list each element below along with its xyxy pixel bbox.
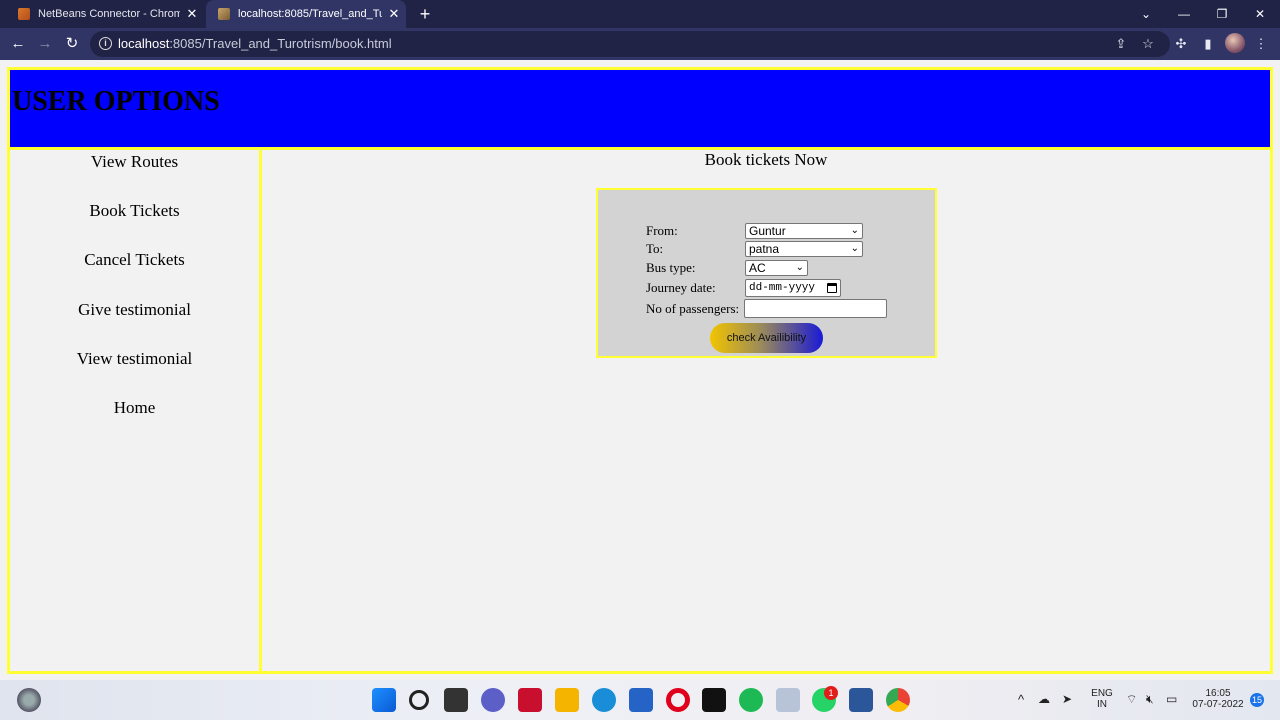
- volume-muted-icon[interactable]: 🔇︎: [1146, 692, 1154, 707]
- to-label: To:: [646, 241, 664, 256]
- browser-tab-strip: NetBeans Connector - Chrome W ✕ localhos…: [0, 0, 1280, 28]
- location-icon[interactable]: ➤: [1062, 692, 1072, 706]
- clock-time: 16:05: [1205, 688, 1231, 699]
- clock[interactable]: 16:05 07-07-2022: [1188, 688, 1248, 710]
- tab-search-chevron-icon[interactable]: ⌄: [1127, 0, 1165, 28]
- sidebar-item-view-routes[interactable]: View Routes: [10, 152, 259, 172]
- journey-date-placeholder: dd-mm-yyyy: [749, 282, 816, 294]
- file-explorer-icon[interactable]: [555, 688, 579, 712]
- clock-date: 07-07-2022: [1192, 699, 1244, 710]
- journey-date-input[interactable]: dd-mm-yyyy: [745, 279, 841, 297]
- language-line1: ENG: [1091, 688, 1113, 699]
- show-hidden-icons-chevron-icon[interactable]: ^: [1018, 692, 1024, 707]
- reload-button[interactable]: ↻: [60, 32, 84, 56]
- chevron-down-icon: ⌄: [795, 262, 804, 273]
- minimize-button[interactable]: —: [1165, 0, 1203, 28]
- journey-date-label: Journey date:: [646, 280, 716, 295]
- to-select[interactable]: patna ⌄: [745, 241, 863, 257]
- side-panel-icon[interactable]: ▮: [1197, 33, 1219, 55]
- back-button[interactable]: ←: [6, 32, 30, 56]
- forward-button[interactable]: →: [33, 32, 57, 56]
- mcafee-icon[interactable]: [518, 688, 542, 712]
- sidebar-item-cancel-tickets[interactable]: Cancel Tickets: [10, 250, 259, 270]
- spotify-icon[interactable]: [739, 688, 763, 712]
- bus-type-label: Bus type:: [646, 260, 696, 275]
- tab-localhost-book[interactable]: localhost:8085/Travel_and_Turotri ✕: [206, 0, 406, 28]
- tab-title: NetBeans Connector - Chrome W: [38, 8, 180, 20]
- site-favicon-icon: [218, 8, 230, 20]
- chevron-down-icon: ⌄: [850, 225, 859, 236]
- task-view-icon[interactable]: [444, 688, 468, 712]
- whatsapp-badge: 1: [824, 686, 838, 700]
- extensions-puzzle-icon[interactable]: ✣: [1170, 33, 1192, 55]
- teams-chat-icon[interactable]: [481, 688, 505, 712]
- opera-icon[interactable]: [666, 688, 690, 712]
- windows-taskbar: 1 ^ ☁ ➤ ENG IN ⌔ 🔇︎ ▭ 16:05 07-07-2022 1…: [0, 680, 1280, 720]
- calendar-icon[interactable]: [827, 283, 837, 293]
- new-tab-button[interactable]: +: [414, 3, 436, 25]
- browser-toolbar: ← → ↻ i localhost:8085/Travel_and_Turotr…: [0, 28, 1280, 60]
- netbeans-favicon-icon: [18, 8, 30, 20]
- url-text: localhost:8085/Travel_and_Turotrism/book…: [118, 36, 392, 51]
- language-indicator[interactable]: ENG IN: [1090, 688, 1114, 710]
- sidebar-item-book-tickets[interactable]: Book Tickets: [10, 201, 259, 221]
- chevron-down-icon: ⌄: [850, 243, 859, 254]
- battery-icon[interactable]: ▭: [1166, 692, 1177, 706]
- sidebar: View Routes Book Tickets Cancel Tickets …: [7, 148, 262, 674]
- restore-button[interactable]: ❐: [1203, 0, 1241, 28]
- check-availability-button[interactable]: check Availibility: [710, 323, 823, 353]
- share-icon[interactable]: ⇪: [1110, 33, 1132, 55]
- windows-start-icon[interactable]: [372, 688, 396, 712]
- web-page: USER OPTIONS View Routes Book Tickets Ca…: [0, 60, 1280, 680]
- from-select[interactable]: Guntur ⌄: [745, 223, 863, 239]
- passengers-label: No of passengers:: [646, 301, 740, 316]
- sidebar-item-home[interactable]: Home: [10, 398, 259, 418]
- from-select-value: Guntur: [749, 224, 786, 238]
- chrome-icon[interactable]: [886, 688, 910, 712]
- close-tab-icon[interactable]: ✕: [382, 6, 406, 22]
- terminal-icon[interactable]: [702, 688, 726, 712]
- sidebar-item-give-testimonial[interactable]: Give testimonial: [10, 300, 259, 320]
- sidebar-item-view-testimonial[interactable]: View testimonial: [10, 349, 259, 369]
- chrome-menu-icon[interactable]: ⋮: [1250, 33, 1272, 55]
- profile-avatar[interactable]: [1225, 33, 1245, 53]
- page-title: USER OPTIONS: [12, 86, 220, 117]
- passengers-input[interactable]: [744, 299, 887, 318]
- bus-type-select[interactable]: AC ⌄: [745, 260, 808, 276]
- widgets-icon[interactable]: [17, 688, 41, 712]
- from-label: From:: [646, 223, 678, 238]
- search-icon[interactable]: [409, 690, 429, 710]
- onedrive-icon[interactable]: ☁: [1038, 692, 1050, 706]
- bookmark-star-icon[interactable]: ☆: [1137, 33, 1159, 55]
- tab-netbeans-connector[interactable]: NetBeans Connector - Chrome W ✕: [6, 0, 204, 28]
- to-select-value: patna: [749, 242, 780, 256]
- store-icon[interactable]: [629, 688, 653, 712]
- page-header: USER OPTIONS: [7, 67, 1273, 150]
- virtualbox-icon[interactable]: [776, 688, 800, 712]
- language-line2: IN: [1097, 699, 1107, 710]
- tab-title: localhost:8085/Travel_and_Turotri: [238, 8, 382, 20]
- word-icon[interactable]: [849, 688, 873, 712]
- address-bar[interactable]: i localhost:8085/Travel_and_Turotrism/bo…: [90, 31, 1170, 57]
- site-info-icon[interactable]: i: [99, 37, 112, 50]
- close-window-button[interactable]: ✕: [1241, 0, 1279, 28]
- close-tab-icon[interactable]: ✕: [180, 6, 204, 22]
- wifi-icon[interactable]: ⌔: [1126, 692, 1137, 707]
- edge-icon[interactable]: [592, 688, 616, 712]
- content-heading: Book tickets Now: [704, 150, 828, 169]
- notification-count-badge[interactable]: 15: [1250, 693, 1264, 707]
- bus-type-select-value: AC: [749, 261, 766, 275]
